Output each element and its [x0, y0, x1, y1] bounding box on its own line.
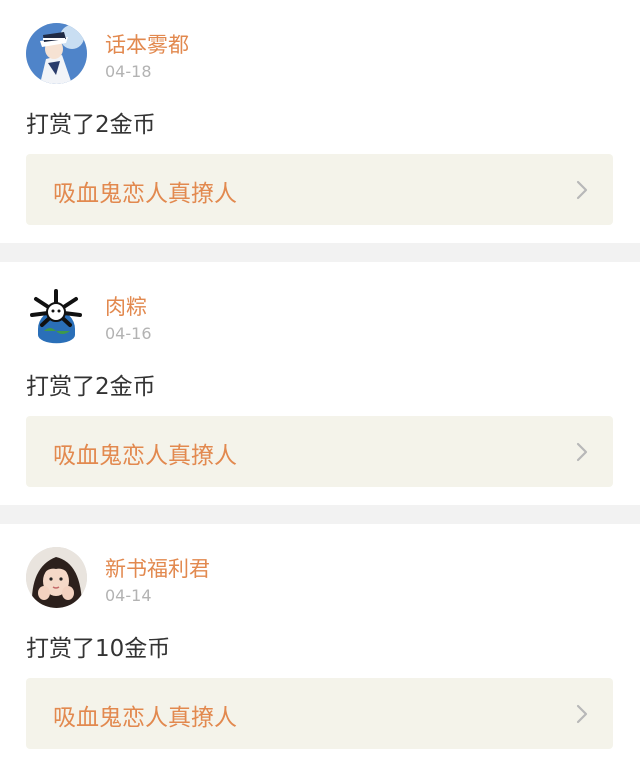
book-title: 吸血鬼恋人真撩人 — [53, 181, 237, 207]
girl-photo-avatar-icon — [26, 547, 87, 608]
post-date: 04-14 — [105, 586, 152, 605]
book-title: 吸血鬼恋人真撩人 — [53, 443, 237, 469]
chevron-right-icon — [575, 704, 589, 724]
book-link[interactable]: 吸血鬼恋人真撩人 — [26, 678, 613, 749]
reward-message: 打赏了2金币 — [26, 112, 156, 138]
avatar[interactable] — [26, 547, 87, 608]
book-title: 吸血鬼恋人真撩人 — [53, 705, 237, 731]
chevron-right-icon — [575, 180, 589, 200]
post-date: 04-16 — [105, 324, 152, 343]
reward-card: 话本雾都 04-18 打赏了2金币 吸血鬼恋人真撩人 — [0, 0, 640, 243]
avatar[interactable] — [26, 23, 87, 84]
reward-feed: 话本雾都 04-18 打赏了2金币 吸血鬼恋人真撩人 肉粽 04-16 打赏了2… — [0, 0, 640, 767]
user-name[interactable]: 话本雾都 — [105, 29, 189, 59]
user-name[interactable]: 新书福利君 — [105, 553, 210, 583]
book-link[interactable]: 吸血鬼恋人真撩人 — [26, 416, 613, 487]
anime-character-avatar-icon — [26, 23, 87, 84]
reward-card: 肉粽 04-16 打赏了2金币 吸血鬼恋人真撩人 — [0, 262, 640, 505]
reward-message: 打赏了10金币 — [26, 636, 171, 662]
post-date: 04-18 — [105, 62, 152, 81]
cartoon-globe-avatar-icon — [26, 285, 87, 346]
book-link[interactable]: 吸血鬼恋人真撩人 — [26, 154, 613, 225]
reward-card: 新书福利君 04-14 打赏了10金币 吸血鬼恋人真撩人 — [0, 524, 640, 767]
chevron-right-icon — [575, 442, 589, 462]
reward-message: 打赏了2金币 — [26, 374, 156, 400]
avatar[interactable] — [26, 285, 87, 346]
user-name[interactable]: 肉粽 — [105, 291, 147, 321]
